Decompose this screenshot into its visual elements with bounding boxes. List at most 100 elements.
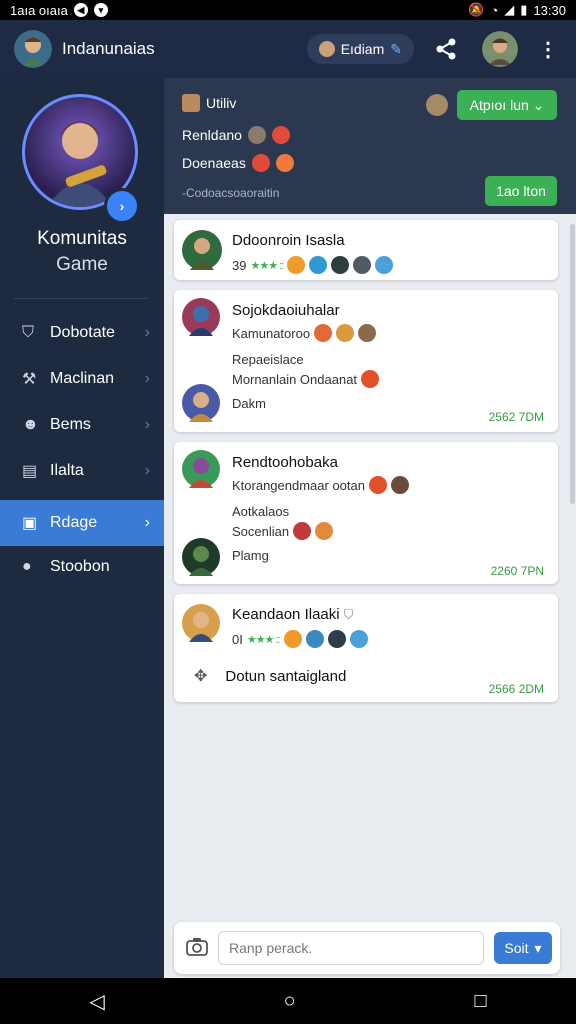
- recents-icon[interactable]: □: [474, 990, 486, 1013]
- reaction-icon: [309, 256, 328, 274]
- profile-pill[interactable]: Eıdiam ✎: [306, 34, 414, 64]
- action-button[interactable]: 1ao lton: [485, 176, 557, 206]
- reaction-avatar-icon: [247, 126, 266, 144]
- send-button-label: Soit: [504, 940, 529, 956]
- reaction-face-icon: [275, 154, 294, 172]
- post-card[interactable]: Keandaon Ilaaki ⛉ 0I ★★★ :: ✥ Dotun sant…: [174, 594, 558, 702]
- sidebar-item-label: Rdage: [50, 514, 98, 531]
- comment-author: Dakm: [232, 396, 266, 411]
- wifi-icon: ◔: [490, 2, 499, 18]
- status-time: 13:30: [533, 2, 566, 18]
- reaction-icon: [315, 522, 334, 540]
- status-left-text: 1aıa oıaıa: [10, 2, 68, 18]
- post-author-avatar[interactable]: [182, 604, 220, 642]
- scrollbar[interactable]: [570, 224, 575, 504]
- post-title: Sojokdaoiuhalar: [232, 302, 340, 319]
- comment-avatar[interactable]: [182, 384, 220, 422]
- header-user-avatar[interactable]: [426, 94, 448, 116]
- pill-label: Eıdiam: [340, 41, 385, 57]
- sidebar-item-stoobon[interactable]: ● Stoobon: [0, 546, 164, 588]
- reaction-icon: [327, 630, 346, 648]
- sidebar-divider: [14, 298, 148, 299]
- chevron-right-icon: ›: [144, 416, 150, 433]
- reaction-icon: [314, 324, 333, 342]
- post-feed: Ddoonroin Isasla 39 ★★★ :: Sojokdaoiuhal…: [164, 214, 576, 914]
- pill-avatar-icon: [318, 41, 335, 57]
- reaction-icon: [361, 370, 380, 388]
- post-line: Socenlian: [232, 523, 290, 539]
- reaction-icon: [375, 256, 394, 274]
- more-vert-icon[interactable]: ⋮: [534, 35, 562, 63]
- post-line: Ktorangendmaar ootan: [232, 477, 365, 493]
- post-meta: 0I: [232, 631, 243, 647]
- comment-author: Plamg: [232, 548, 269, 563]
- list-icon: ▤: [22, 463, 38, 480]
- sidebar-item-maclinan[interactable]: ⚒ Maclinan ›: [0, 358, 164, 400]
- puzzle-icon: ✥: [194, 668, 208, 685]
- arrow-badge-icon[interactable]: ›: [104, 188, 140, 224]
- post-line: Mornanlain Ondaanat: [232, 371, 358, 387]
- post-line: Aotkalaos: [232, 504, 290, 519]
- action-button-label: 1ao lton: [496, 183, 546, 199]
- post-card[interactable]: Ddoonroin Isasla 39 ★★★ ::: [174, 220, 558, 280]
- rating-stars: ★★★ ::: [250, 259, 284, 272]
- image-icon: ▣: [22, 515, 38, 532]
- sidebar: › Komunitas Game ⛉ Dobotate › ⚒ Maclinan…: [0, 78, 164, 978]
- app-title: Indanunaias: [62, 39, 155, 58]
- sidebar-item-rdage[interactable]: ▣ Rdage ›: [0, 500, 164, 546]
- share-icon[interactable]: [432, 35, 460, 63]
- sidebar-item-dobotate[interactable]: ⛉ Dobotate ›: [0, 312, 164, 354]
- battery-icon: ▮: [520, 2, 528, 17]
- sidebar-item-bems[interactable]: ☻ Bems ›: [0, 404, 164, 446]
- header-row1-label: Renldano: [182, 127, 242, 143]
- sidebar-title: Komunitas: [37, 228, 127, 249]
- system-nav-bar: ◁ ○ □: [0, 978, 576, 1024]
- message-input[interactable]: [218, 931, 484, 965]
- header-footer-label: -Codoacsoaoraitin: [182, 186, 280, 200]
- user-icon: ☻: [22, 416, 39, 433]
- reaction-face-icon: [271, 126, 290, 144]
- signal-icon: ◢: [504, 2, 515, 17]
- post-author-avatar[interactable]: [182, 298, 220, 336]
- post-title: Rendtoohobaka: [232, 454, 338, 471]
- chevron-right-icon: ›: [144, 324, 150, 341]
- post-author-avatar[interactable]: [182, 450, 220, 488]
- hammer-icon: ⚒: [22, 371, 37, 388]
- app-avatar[interactable]: [14, 30, 52, 68]
- camera-icon[interactable]: [186, 936, 208, 962]
- sidebar-item-ilalta[interactable]: ▤ Ilalta ›: [0, 450, 164, 492]
- sidebar-subtitle: Game: [56, 254, 108, 275]
- header-row2-label: Doenaeas: [182, 155, 246, 171]
- post-body: Dotun santaigland: [225, 667, 347, 685]
- sidebar-item-label: Dobotate: [50, 324, 115, 341]
- sidebar-item-label: Stoobon: [50, 558, 110, 575]
- pencil-icon: ✎: [390, 40, 402, 57]
- shield-icon: ⛉: [22, 324, 35, 341]
- reaction-icon: [336, 324, 355, 342]
- chevron-right-icon: ›: [144, 514, 150, 531]
- reaction-icon: [305, 630, 324, 648]
- header-avatar: [182, 94, 200, 112]
- post-card[interactable]: Sojokdaoiuhalar Kamunatoroo Repaeislace …: [174, 290, 558, 432]
- sidebar-item-label: Bems: [50, 416, 91, 433]
- post-author-avatar[interactable]: [182, 230, 222, 270]
- send-button[interactable]: Soit ▾: [494, 932, 552, 964]
- post-title: Keandaon Ilaaki: [232, 606, 340, 623]
- app-bar: Indanunaias Eıdiam ✎ ⋮: [0, 20, 576, 78]
- back-icon[interactable]: ◁: [89, 989, 104, 1014]
- chevron-right-icon: ›: [144, 370, 150, 387]
- user-avatar[interactable]: [482, 31, 518, 67]
- sidebar-item-label: Ilalta: [50, 462, 84, 479]
- post-card[interactable]: Rendtoohobaka Ktorangendmaar ootan Aotka…: [174, 442, 558, 584]
- home-icon[interactable]: ○: [284, 990, 296, 1013]
- chevron-right-icon: ›: [144, 462, 150, 479]
- join-button[interactable]: Atpıoı lun ⌄: [457, 90, 557, 120]
- reaction-icon: [283, 630, 302, 648]
- reaction-icon: [287, 256, 306, 274]
- post-time: 2562 7DM: [488, 410, 544, 424]
- reaction-face-icon: [251, 154, 270, 172]
- post-time: 2566 2DM: [488, 682, 544, 696]
- chevron-down-icon: ▾: [534, 939, 542, 956]
- comment-avatar[interactable]: [182, 538, 220, 576]
- chevron-down-icon: ⌄: [532, 96, 545, 113]
